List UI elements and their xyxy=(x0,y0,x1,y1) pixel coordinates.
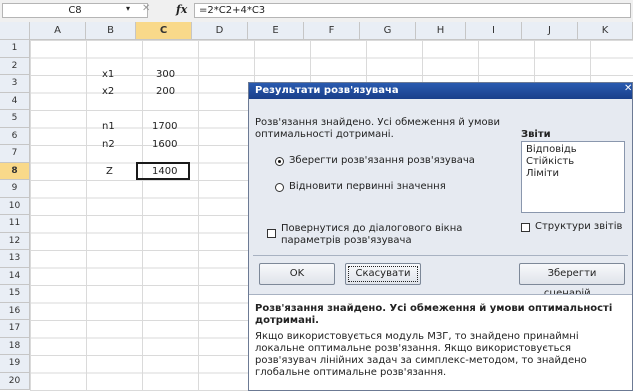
column-header-g[interactable]: G xyxy=(360,22,416,40)
column-header-b[interactable]: B xyxy=(86,22,136,40)
restore-values-label[interactable]: Відновити первинні значення xyxy=(289,181,446,192)
column-header-k[interactable]: K xyxy=(578,22,633,40)
cell-b3[interactable]: x2 xyxy=(102,83,114,100)
keep-solution-radio[interactable] xyxy=(275,157,284,166)
ok-button[interactable]: OK xyxy=(259,263,335,285)
row-header[interactable]: 13 xyxy=(0,250,30,268)
selected-cell-cursor xyxy=(136,162,190,180)
solver-results-dialog: Результати розв'язувача ✕ Розв'язання зн… xyxy=(248,82,633,391)
row-header[interactable]: 17 xyxy=(0,320,30,338)
column-header-e[interactable]: E xyxy=(248,22,304,40)
report-item-limits[interactable]: Ліміти xyxy=(526,168,620,180)
cell-b5[interactable]: n1 xyxy=(102,118,115,135)
row-header[interactable]: 20 xyxy=(0,372,30,390)
row-header[interactable]: 5 xyxy=(0,110,30,128)
formula-input[interactable]: =2*C2+4*C3 xyxy=(194,3,631,18)
solver-message: Розв'язання знайдено. Усі обмеження й ум… xyxy=(255,117,501,140)
row-header[interactable]: 4 xyxy=(0,92,30,110)
formula-bar: C8 ▾ ✕ fx =2*C2+4*C3 xyxy=(0,0,633,23)
row-header[interactable]: 8 xyxy=(0,162,30,180)
save-scenario-button[interactable]: Зберегти сценарій... xyxy=(519,263,625,299)
column-header-a[interactable]: A xyxy=(30,22,86,40)
return-to-params-label[interactable]: Повернутися до діалогового вікна парамет… xyxy=(281,223,501,247)
details-text: Якщо використовується модуль МЗГ, то зна… xyxy=(255,331,587,378)
row-header[interactable]: 18 xyxy=(0,337,30,355)
chevron-down-icon[interactable]: ▾ xyxy=(126,4,130,13)
report-item-sensitivity[interactable]: Стійкість xyxy=(526,156,620,168)
row-header[interactable]: 6 xyxy=(0,127,30,145)
select-all-corner[interactable] xyxy=(0,22,30,40)
row-header[interactable]: 15 xyxy=(0,285,30,303)
row-header[interactable]: 7 xyxy=(0,145,30,163)
row-header[interactable]: 3 xyxy=(0,75,30,93)
outline-reports-checkbox[interactable] xyxy=(521,223,530,232)
cell-b8[interactable]: Z xyxy=(106,163,113,180)
cancel-button[interactable]: Скасувати xyxy=(345,263,421,285)
row-header[interactable]: 19 xyxy=(0,355,30,373)
row-header[interactable]: 10 xyxy=(0,197,30,215)
reports-listbox[interactable]: Відповідь Стійкість Ліміти xyxy=(521,141,625,213)
cancel-icon[interactable]: ✕ xyxy=(142,3,150,14)
row-header[interactable]: 1 xyxy=(0,40,30,58)
restore-values-radio[interactable] xyxy=(275,183,284,192)
row-header[interactable]: 11 xyxy=(0,215,30,233)
outline-reports-label[interactable]: Структури звітів xyxy=(535,221,622,232)
row-header[interactable]: 14 xyxy=(0,267,30,285)
solver-details-panel: Розв'язання знайдено. Усі обмеження й ум… xyxy=(249,294,632,390)
cell-c5[interactable]: 1700 xyxy=(152,118,177,135)
row-header[interactable]: 16 xyxy=(0,302,30,320)
column-header-i[interactable]: I xyxy=(466,22,522,40)
row-header[interactable]: 12 xyxy=(0,232,30,250)
row-header[interactable]: 9 xyxy=(0,180,30,198)
details-heading: Розв'язання знайдено. Усі обмеження й ум… xyxy=(255,303,613,326)
row-header[interactable]: 2 xyxy=(0,57,30,75)
keep-solution-label[interactable]: Зберегти розв'язання розв'язувача xyxy=(289,155,475,166)
cell-c6[interactable]: 1600 xyxy=(152,136,177,153)
reports-label: Звіти xyxy=(521,129,551,140)
return-to-params-checkbox[interactable] xyxy=(267,229,276,238)
column-header-d[interactable]: D xyxy=(192,22,248,40)
insert-function-icon[interactable]: fx xyxy=(176,3,187,16)
cell-b6[interactable]: n2 xyxy=(102,136,115,153)
column-header-j[interactable]: J xyxy=(522,22,578,40)
close-icon[interactable]: ✕ xyxy=(624,83,633,99)
dialog-divider xyxy=(253,255,628,256)
cell-c3[interactable]: 200 xyxy=(156,83,175,100)
column-header-h[interactable]: H xyxy=(416,22,466,40)
cell-c2[interactable]: 300 xyxy=(156,66,175,83)
cell-b2[interactable]: x1 xyxy=(102,66,114,83)
column-header-c[interactable]: C xyxy=(136,22,192,40)
dialog-title: Результати розв'язувача xyxy=(249,83,632,99)
column-header-f[interactable]: F xyxy=(304,22,360,40)
report-item-answer[interactable]: Відповідь xyxy=(526,144,620,156)
